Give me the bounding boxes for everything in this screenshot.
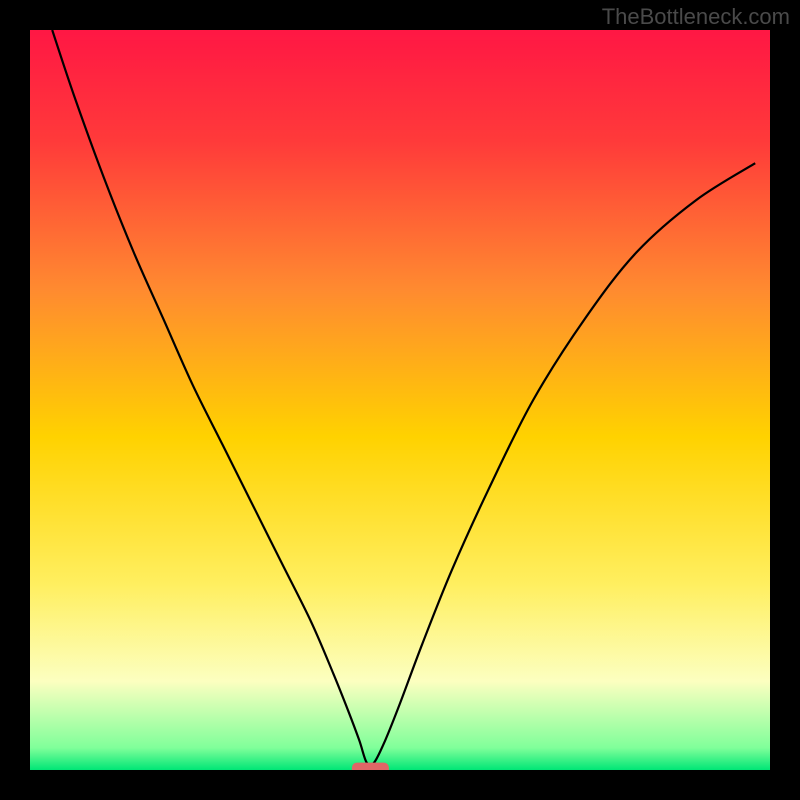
chart-svg <box>30 30 770 770</box>
plot-area <box>30 30 770 770</box>
chart-frame: TheBottleneck.com <box>0 0 800 800</box>
optimum-marker <box>352 763 389 770</box>
gradient-background <box>30 30 770 770</box>
watermark-text: TheBottleneck.com <box>602 4 790 30</box>
